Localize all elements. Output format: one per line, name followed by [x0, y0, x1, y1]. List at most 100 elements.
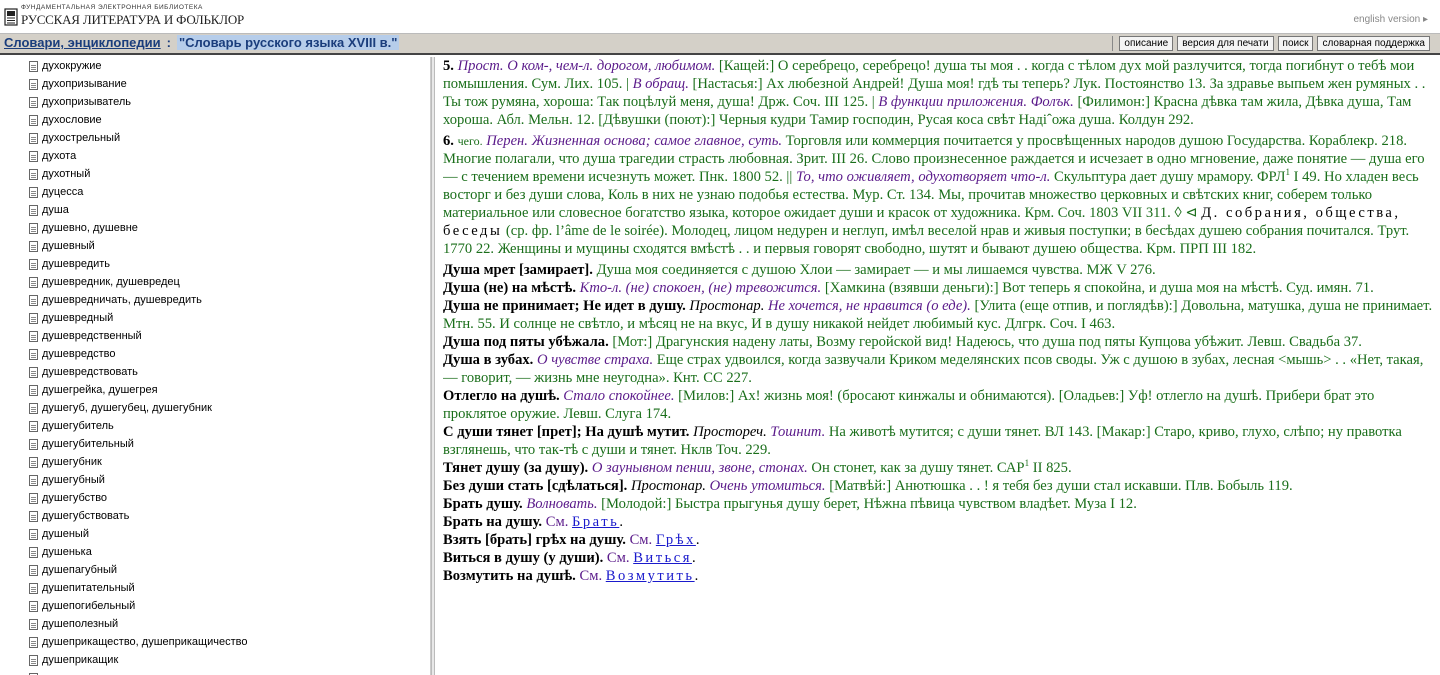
citation: II 825.: [1032, 460, 1072, 476]
sidebar-item[interactable]: душевный: [29, 237, 430, 255]
cross-reference-link[interactable]: Возмутить: [606, 568, 695, 584]
logo-subtitle: ФУНДАМЕНТАЛЬНАЯ ЭЛЕКТРОННАЯ БИБЛИОТЕКА: [21, 4, 203, 11]
sidebar-item[interactable]: душа: [29, 201, 430, 219]
sidebar-item[interactable]: духопризывание: [29, 75, 430, 93]
sidebar-item[interactable]: душевредничать, душевредить: [29, 291, 430, 309]
print-version-button[interactable]: версия для печати: [1177, 36, 1274, 51]
document-icon: [29, 366, 38, 378]
document-icon: [29, 276, 38, 288]
usage-label: Простонар.: [689, 298, 765, 314]
definition: О ком-, чем-л. дорогом, любимом.: [507, 58, 716, 74]
sidebar-item[interactable]: духота: [29, 147, 430, 165]
sidebar-item[interactable]: душегуб, душегубец, душегубник: [29, 399, 430, 417]
pane-splitter[interactable]: [431, 57, 435, 675]
sidebar-item-label: душепогибельный: [42, 600, 136, 612]
sidebar-item-label: духострельный: [42, 132, 121, 144]
sidebar-item-label: душевредный: [42, 312, 114, 324]
sidebar-item[interactable]: духословие: [29, 111, 430, 129]
document-icon: [29, 564, 38, 576]
phrase-head: Виться в душу (у души).: [443, 550, 604, 566]
sidebar-item[interactable]: душевредствовать: [29, 363, 430, 381]
sidebar-item[interactable]: душевредный: [29, 309, 430, 327]
breadcrumb: Словари, энциклопедии: "Словарь русского …: [4, 35, 400, 50]
document-icon: [29, 258, 38, 270]
document-icon: [29, 330, 38, 342]
sidebar-item-label: душеный: [42, 528, 89, 540]
sidebar-item[interactable]: душегубный: [29, 471, 430, 489]
dictionary-support-button[interactable]: словарная поддержка: [1317, 36, 1430, 51]
sidebar-item-label: душеполезный: [42, 618, 119, 630]
phrase-head: Душа не принимает; Не идет в душу.: [443, 298, 686, 314]
sidebar-item[interactable]: душеполезный: [29, 615, 430, 633]
sidebar-item[interactable]: духопризыватель: [29, 93, 430, 111]
sidebar-item[interactable]: душеный: [29, 525, 430, 543]
sidebar-item[interactable]: душеприкащик: [29, 651, 430, 669]
sidebar-item[interactable]: душевредство: [29, 345, 430, 363]
document-icon: [29, 492, 38, 504]
sidebar-item-label: духословие: [42, 114, 102, 126]
sidebar-item[interactable]: дуцесса: [29, 183, 430, 201]
phrase-entry: Виться в душу (у души). См. Виться.: [443, 550, 696, 566]
sidebar-item[interactable]: душегубник: [29, 453, 430, 471]
definition: Стало спокойнее.: [563, 388, 675, 404]
title-bar: Словари, энциклопедии: "Словарь русского …: [0, 33, 1440, 55]
cross-reference-link[interactable]: Виться: [633, 550, 692, 566]
cross-reference-link[interactable]: Грѣх: [656, 532, 696, 548]
sidebar-item[interactable]: душевно, душевне: [29, 219, 430, 237]
sidebar-item[interactable]: духотный: [29, 165, 430, 183]
sidebar-item[interactable]: духострельный: [29, 129, 430, 147]
document-icon: [29, 186, 38, 198]
document-icon: [29, 402, 38, 414]
phrase-head: Душа мрет [замирает].: [443, 262, 593, 278]
phrase-entry: Без души стать [сдѣлаться]. Простонар. О…: [443, 477, 1433, 495]
search-button[interactable]: поиск: [1277, 36, 1314, 51]
sidebar-item-label: душевный: [42, 240, 95, 252]
phrase-entry: Брать на душу. См. Брать.: [443, 514, 623, 530]
sidebar-item[interactable]: душегубитель: [29, 417, 430, 435]
sidebar-item-label: душегуб, душегубец, душегубник: [42, 402, 212, 414]
sense-number: 6.: [443, 133, 454, 149]
definition: Волновать.: [526, 496, 598, 512]
sidebar-item[interactable]: душегубствовать: [29, 507, 430, 525]
superscript: 1: [1024, 458, 1030, 469]
sidebar-item[interactable]: духокружие: [29, 57, 430, 75]
sidebar-item[interactable]: душепитательный: [29, 579, 430, 597]
sidebar-item[interactable]: душегубство: [29, 489, 430, 507]
definition: Кто-л. (не) спокоен, (не) тревожится.: [579, 280, 822, 296]
phrase-head: Без души стать [сдѣлаться].: [443, 478, 628, 494]
phrase-head: Брать на душу.: [443, 514, 543, 530]
phrase-entry: Душа мрет [замирает]. Душа моя соединяет…: [443, 261, 1433, 279]
document-icon: [29, 150, 38, 162]
sidebar-item[interactable]: душегрейка, душегрея: [29, 381, 430, 399]
sidebar-item[interactable]: душепагубный: [29, 561, 430, 579]
sidebar-item[interactable]: душегубительный: [29, 435, 430, 453]
sidebar-item-label: душеприкащество, душеприкащичество: [42, 636, 248, 648]
document-icon: [29, 474, 38, 486]
sidebar-item-label: душегубительный: [42, 438, 134, 450]
phrase-entry: Душа (не) на мѣстѣ. Кто-л. (не) спокоен,…: [443, 279, 1433, 297]
cross-reference-link[interactable]: Брать: [572, 514, 619, 530]
sidebar-item-label: душегубствовать: [42, 510, 130, 522]
sidebar-item[interactable]: душеприкащичество: [29, 669, 430, 675]
sidebar-item[interactable]: душенька: [29, 543, 430, 561]
sidebar-item[interactable]: душевредить: [29, 255, 430, 273]
sidebar-item-label: душевредник, душевредец: [42, 276, 180, 288]
sidebar-item[interactable]: душеприкащество, душеприкащичество: [29, 633, 430, 651]
description-button[interactable]: описание: [1119, 36, 1174, 51]
breadcrumb-dictionaries-link[interactable]: Словари, энциклопедии: [4, 35, 161, 50]
sidebar-item[interactable]: душепогибельный: [29, 597, 430, 615]
library-logo[interactable]: ФУНДАМЕНТАЛЬНАЯ ЭЛЕКТРОННАЯ БИБЛИОТЕКА Р…: [4, 4, 244, 26]
sidebar-word-list: духокружие духопризывание духопризыватель д…: [0, 57, 430, 675]
sense-6: 6. чего. Перен. Жизненная основа; самое …: [443, 132, 1433, 258]
sidebar-item-label: душевно, душевне: [42, 222, 138, 234]
sidebar[interactable]: духокружие духопризывание духопризыватель д…: [0, 57, 431, 675]
phrase-head: Взять [брать] грѣх на душу.: [443, 532, 626, 548]
sense-5: 5. Прост. О ком-, чем-л. дорогом, любимо…: [443, 57, 1433, 129]
phrase-entry: Возмутить на душѣ. См. Возмутить.: [443, 568, 699, 584]
sidebar-item[interactable]: душевредственный: [29, 327, 430, 345]
sidebar-item[interactable]: душевредник, душевредец: [29, 273, 430, 291]
phrase-entry: Отлегло на душѣ. Стало спокойнее. [Милов…: [443, 387, 1433, 423]
english-version-link[interactable]: english version ▸: [1353, 14, 1428, 25]
citation: Он стонет, как за душу тянет. САР: [811, 460, 1025, 476]
phrase-head: Возмутить на душѣ.: [443, 568, 576, 584]
